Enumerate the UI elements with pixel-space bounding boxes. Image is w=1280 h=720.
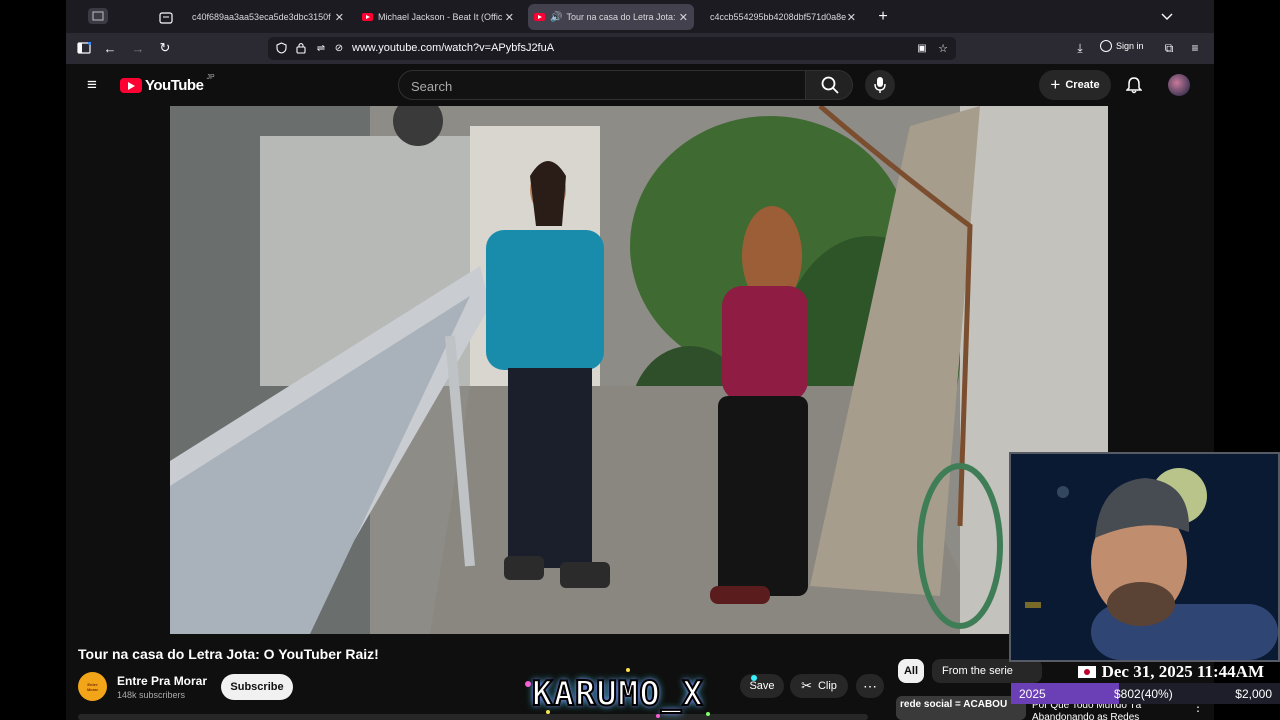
close-icon[interactable]: ✕: [335, 11, 344, 24]
subscriber-count: 148k subscribers: [117, 690, 186, 700]
scissors-icon: ✂: [801, 678, 812, 693]
youtube-favicon-icon: [534, 13, 545, 21]
search-icon: [821, 76, 839, 94]
chevron-down-icon[interactable]: [1158, 8, 1176, 26]
region-label: JP: [206, 74, 215, 81]
video-frame[interactable]: [170, 106, 1108, 634]
back-icon[interactable]: ←: [101, 39, 119, 57]
search-placeholder: Search: [411, 79, 453, 94]
goal-target: $2,000: [1235, 687, 1272, 701]
voice-search-button[interactable]: [865, 70, 895, 100]
youtube-header: ≡ YouTube JP Search + Create: [66, 64, 1214, 106]
tab-3-label: Tour na casa do Letra Jota:: [566, 12, 676, 22]
recommended-thumbnail[interactable]: rede social = ACABOU: [896, 696, 1026, 720]
address-bar[interactable]: ⇌ ⊘ www.youtube.com/watch?v=APybfsJ2fuA …: [268, 37, 956, 60]
microphone-icon: [874, 77, 886, 93]
tab-1[interactable]: c40f689aa3aa53eca5de3dbc3150f ✕: [184, 4, 350, 30]
clip-label: Clip: [817, 680, 837, 692]
create-label: Create: [1065, 79, 1100, 91]
extensions-icon[interactable]: ⧉: [1160, 39, 1178, 57]
japan-flag-icon: [1077, 666, 1096, 678]
youtube-logo-text: YouTube: [145, 77, 204, 94]
goal-progress-track: 2025 $802(40%) $2,000: [1011, 683, 1280, 704]
youtube-logo-icon: [120, 78, 142, 93]
clip-button[interactable]: ✂ Clip: [790, 674, 848, 698]
youtube-favicon-icon: [362, 13, 373, 21]
camera-blocked-icon[interactable]: ⊘: [330, 39, 348, 57]
navigation-bar: ← → ↻ ⇌ ⊘ www.youtube.com/watch?v=APybfs…: [66, 33, 1214, 64]
speaker-icon[interactable]: 🔊: [550, 12, 562, 23]
close-icon[interactable]: ✕: [505, 11, 514, 24]
chip-all-label: All: [903, 665, 919, 677]
tab-3[interactable]: 🔊 Tour na casa do Letra Jota: ✕: [528, 4, 694, 30]
logo-text: KARUMO_X: [531, 673, 704, 715]
more-actions-button[interactable]: ⋯: [856, 674, 884, 698]
tab-2[interactable]: Michael Jackson - Beat It (Offic ✕: [356, 4, 520, 30]
hamburger-menu-icon[interactable]: ≡: [83, 75, 101, 94]
search-button[interactable]: [805, 70, 853, 100]
sidebar-icon[interactable]: [75, 39, 93, 57]
chip-from-series-label: From the serie: [942, 665, 1013, 677]
tab-bar: c40f689aa3aa53eca5de3dbc3150f ✕ Michael …: [66, 0, 1214, 33]
shield-icon[interactable]: [272, 39, 290, 57]
webcam-overlay: [1009, 452, 1280, 662]
reload-icon[interactable]: ↻: [156, 39, 174, 57]
datetime-row: Dec 31, 2025 11:44AM: [1009, 662, 1280, 682]
plus-icon: +: [1050, 75, 1061, 94]
datetime-label: Dec 31, 2025 11:44AM: [1101, 662, 1264, 681]
tab-4[interactable]: c4ccb554295bb4208dbf571d0a8e ✕: [700, 4, 862, 30]
new-tab-icon[interactable]: +: [874, 8, 892, 26]
webcam-feed: [1011, 454, 1278, 660]
channel-avatar-text: Entre Morar: [86, 681, 99, 692]
channel-name[interactable]: Entre Pra Morar: [117, 674, 207, 688]
tab-4-label: c4ccb554295bb4208dbf571d0a8e: [710, 12, 847, 22]
goal-year: 2025: [1019, 687, 1046, 701]
video-title: Tour na casa do Letra Jota: O YouTuber R…: [78, 646, 379, 662]
sign-in-label: Sign in: [1116, 41, 1144, 51]
search-input[interactable]: Search: [398, 70, 806, 100]
close-icon[interactable]: ✕: [847, 11, 856, 24]
recommended-thumbnail-text: rede social = ACABOU: [900, 699, 1008, 710]
donation-goal-widget: Dec 31, 2025 11:44AM 2025 $802(40%) $2,0…: [1009, 662, 1280, 704]
screen: c40f689aa3aa53eca5de3dbc3150f ✕ Michael …: [0, 0, 1280, 720]
url-text[interactable]: www.youtube.com/watch?v=APybfsJ2fuA: [352, 42, 554, 54]
tab-list-icon[interactable]: [157, 8, 175, 26]
subscribe-button[interactable]: Subscribe: [221, 674, 293, 700]
goal-progress-label: $802(40%): [1114, 687, 1173, 701]
bell-icon[interactable]: [1125, 76, 1143, 94]
sidebar-toggle-icon[interactable]: [88, 8, 108, 24]
tab-1-label: c40f689aa3aa53eca5de3dbc3150f: [192, 12, 331, 22]
recommended-title-2[interactable]: Abandonando as Redes: [1032, 712, 1139, 720]
streamer-logo: KARUMO_X: [508, 664, 774, 720]
video-player[interactable]: [170, 106, 1108, 634]
more-icon: ⋯: [863, 677, 877, 694]
chip-all[interactable]: All: [898, 659, 924, 683]
youtube-logo[interactable]: YouTube JP: [120, 74, 215, 94]
menu-icon[interactable]: ≡: [1186, 39, 1204, 57]
avatar[interactable]: [1168, 74, 1190, 96]
download-icon[interactable]: ⤓: [1071, 39, 1089, 57]
sign-in-button[interactable]: Sign in: [1100, 40, 1144, 52]
tab-2-label: Michael Jackson - Beat It (Offic: [378, 12, 503, 22]
bookmark-star-icon[interactable]: ☆: [934, 39, 952, 57]
account-icon: [1100, 40, 1112, 52]
forward-icon[interactable]: →: [129, 39, 147, 57]
picture-icon[interactable]: ▣: [913, 39, 931, 57]
create-button[interactable]: + Create: [1039, 70, 1111, 100]
channel-avatar[interactable]: Entre Morar: [78, 672, 107, 701]
lock-icon[interactable]: [292, 39, 310, 57]
close-icon[interactable]: ✕: [679, 11, 688, 24]
subscribe-label: Subscribe: [230, 681, 284, 693]
permissions-icon[interactable]: ⇌: [312, 39, 330, 57]
